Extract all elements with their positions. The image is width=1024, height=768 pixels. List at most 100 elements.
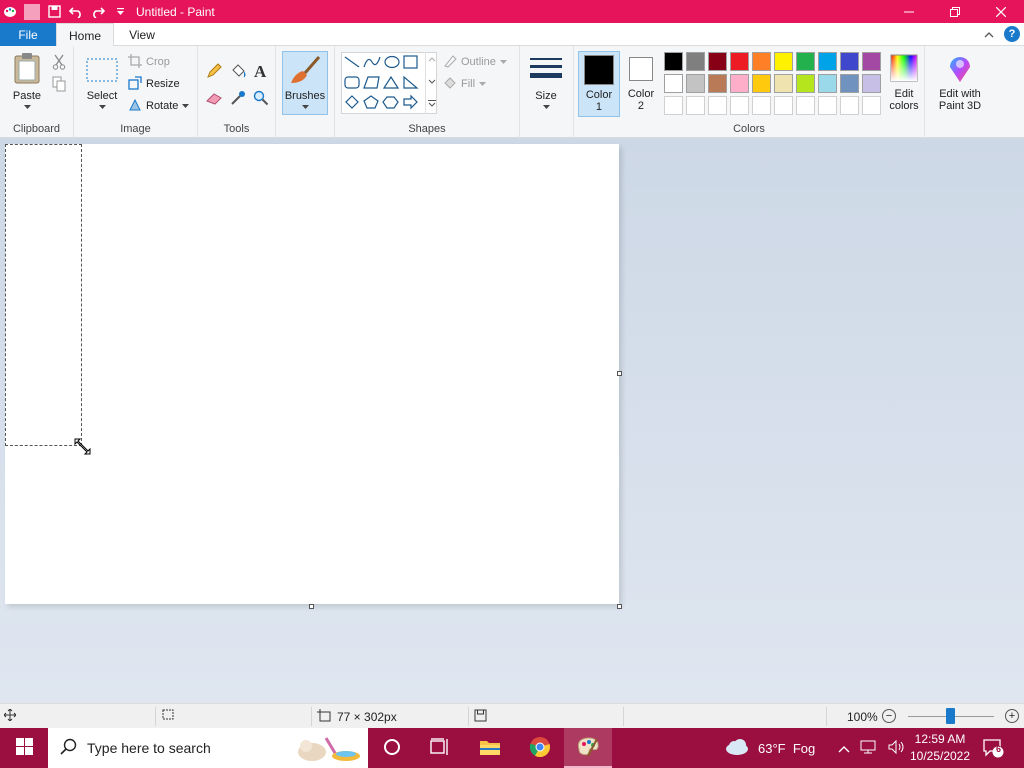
color2-swatch <box>629 57 653 81</box>
selection-rectangle[interactable] <box>5 144 82 446</box>
rectangle-shape-icon <box>403 55 418 69</box>
color-swatch[interactable] <box>796 52 815 71</box>
canvas-resize-handle-right[interactable] <box>617 371 622 376</box>
color-swatch[interactable] <box>752 74 771 93</box>
color-swatch[interactable] <box>862 74 881 93</box>
custom-color-slot[interactable] <box>796 96 815 115</box>
paint3d-icon <box>944 52 976 84</box>
size-button[interactable]: Size <box>527 54 565 110</box>
custom-color-slot[interactable] <box>708 96 727 115</box>
status-bar: 77 × 302px 100% − + <box>0 703 1024 728</box>
taskbar-search-box[interactable]: Type here to search <box>48 728 368 768</box>
copy-icon[interactable] <box>49 74 69 94</box>
image-group: Select Crop Resize Rotate Image <box>74 46 198 138</box>
cursor-position-icon <box>3 708 17 724</box>
paint-taskbar-button[interactable] <box>564 728 612 768</box>
custom-color-slot[interactable] <box>664 96 683 115</box>
custom-color-slot[interactable] <box>862 96 881 115</box>
zoom-slider-thumb[interactable] <box>946 708 955 724</box>
edit-colors-button[interactable]: Edit colors <box>884 52 924 112</box>
redo-icon[interactable] <box>90 4 106 20</box>
custom-color-slot[interactable] <box>752 96 771 115</box>
file-explorer-button[interactable] <box>466 728 514 768</box>
customize-toolbar-icon[interactable] <box>112 4 128 20</box>
color2-button[interactable]: Color 2 <box>624 51 658 117</box>
color-swatch[interactable] <box>664 52 683 71</box>
colors-group: Color 1 Color 2 Edit colors Colors <box>573 46 925 138</box>
fill-button[interactable]: Fill <box>443 75 487 93</box>
start-button[interactable] <box>0 728 48 768</box>
color-swatch[interactable] <box>664 74 683 93</box>
canvas-resize-handle-bottom[interactable] <box>309 604 314 609</box>
resize-button[interactable]: Resize <box>128 75 180 93</box>
rotate-button[interactable]: Rotate <box>128 97 190 115</box>
volume-icon[interactable] <box>888 739 906 757</box>
chevron-up-icon[interactable] <box>838 741 850 756</box>
color-swatch[interactable] <box>686 74 705 93</box>
chrome-icon <box>529 736 551 761</box>
network-icon[interactable] <box>860 740 878 757</box>
color-swatch[interactable] <box>840 74 859 93</box>
shapes-scroll[interactable] <box>425 52 437 114</box>
brushes-button[interactable]: Brushes <box>282 51 328 115</box>
search-highlight-icon <box>292 730 364 767</box>
paint-app-icon[interactable] <box>2 4 18 20</box>
notification-center-button[interactable]: 6 <box>982 738 1004 758</box>
custom-color-slot[interactable] <box>730 96 749 115</box>
cortana-button[interactable] <box>368 728 416 768</box>
cut-icon[interactable] <box>49 52 69 72</box>
weather-widget[interactable]: 63°F Fog <box>724 728 815 768</box>
text-tool-icon[interactable]: A <box>251 61 271 81</box>
color-swatch[interactable] <box>818 74 837 93</box>
custom-color-slot[interactable] <box>774 96 793 115</box>
color-swatch[interactable] <box>818 52 837 71</box>
color-picker-icon[interactable] <box>228 88 248 108</box>
magnifier-icon[interactable] <box>251 88 271 108</box>
paste-button[interactable]: Paste <box>8 52 46 110</box>
fill-bucket-icon[interactable] <box>228 61 248 81</box>
color-swatch[interactable] <box>730 52 749 71</box>
undo-icon[interactable] <box>68 4 84 20</box>
tab-file[interactable]: File <box>0 23 56 46</box>
color1-button[interactable]: Color 1 <box>578 51 620 117</box>
tab-home[interactable]: Home <box>56 23 114 47</box>
color-swatch[interactable] <box>708 52 727 71</box>
color-swatch[interactable] <box>862 52 881 71</box>
edit-with-paint3d-button[interactable]: Edit with Paint 3D <box>932 52 988 112</box>
crop-button[interactable]: Crop <box>128 53 170 71</box>
custom-color-slot[interactable] <box>840 96 859 115</box>
select-button[interactable]: Select <box>82 54 122 110</box>
color-swatch[interactable] <box>774 52 793 71</box>
taskbar-clock[interactable]: 12:59 AM 10/25/2022 <box>906 731 974 765</box>
outline-button[interactable]: Outline <box>443 53 507 71</box>
shapes-group-label: Shapes <box>408 123 446 135</box>
custom-color-slot[interactable] <box>818 96 837 115</box>
color-swatch[interactable] <box>730 74 749 93</box>
clock-date: 10/25/2022 <box>909 749 971 763</box>
rotate-icon <box>128 98 142 115</box>
color-swatch[interactable] <box>686 52 705 71</box>
restore-icon[interactable] <box>932 0 978 23</box>
chrome-button[interactable] <box>516 728 564 768</box>
collapse-ribbon-icon[interactable] <box>984 27 994 41</box>
help-icon[interactable]: ? <box>1004 26 1020 42</box>
file-size <box>474 704 487 729</box>
color-swatch[interactable] <box>752 52 771 71</box>
task-view-button[interactable] <box>416 728 464 768</box>
tab-view[interactable]: View <box>116 23 168 46</box>
save-icon[interactable] <box>46 4 62 20</box>
windows-logo-icon <box>15 738 33 758</box>
zoom-out-icon[interactable]: − <box>882 709 896 723</box>
color-swatch[interactable] <box>796 74 815 93</box>
custom-color-slot[interactable] <box>686 96 705 115</box>
drawing-canvas[interactable] <box>5 144 619 604</box>
color-swatch[interactable] <box>840 52 859 71</box>
color-swatch[interactable] <box>774 74 793 93</box>
close-icon[interactable] <box>978 0 1024 23</box>
minimize-icon[interactable] <box>886 0 932 23</box>
zoom-in-icon[interactable]: + <box>1005 709 1019 723</box>
color-swatch[interactable] <box>708 74 727 93</box>
canvas-resize-handle-corner[interactable] <box>617 604 622 609</box>
pencil-icon[interactable] <box>204 61 224 81</box>
eraser-icon[interactable] <box>204 88 224 108</box>
